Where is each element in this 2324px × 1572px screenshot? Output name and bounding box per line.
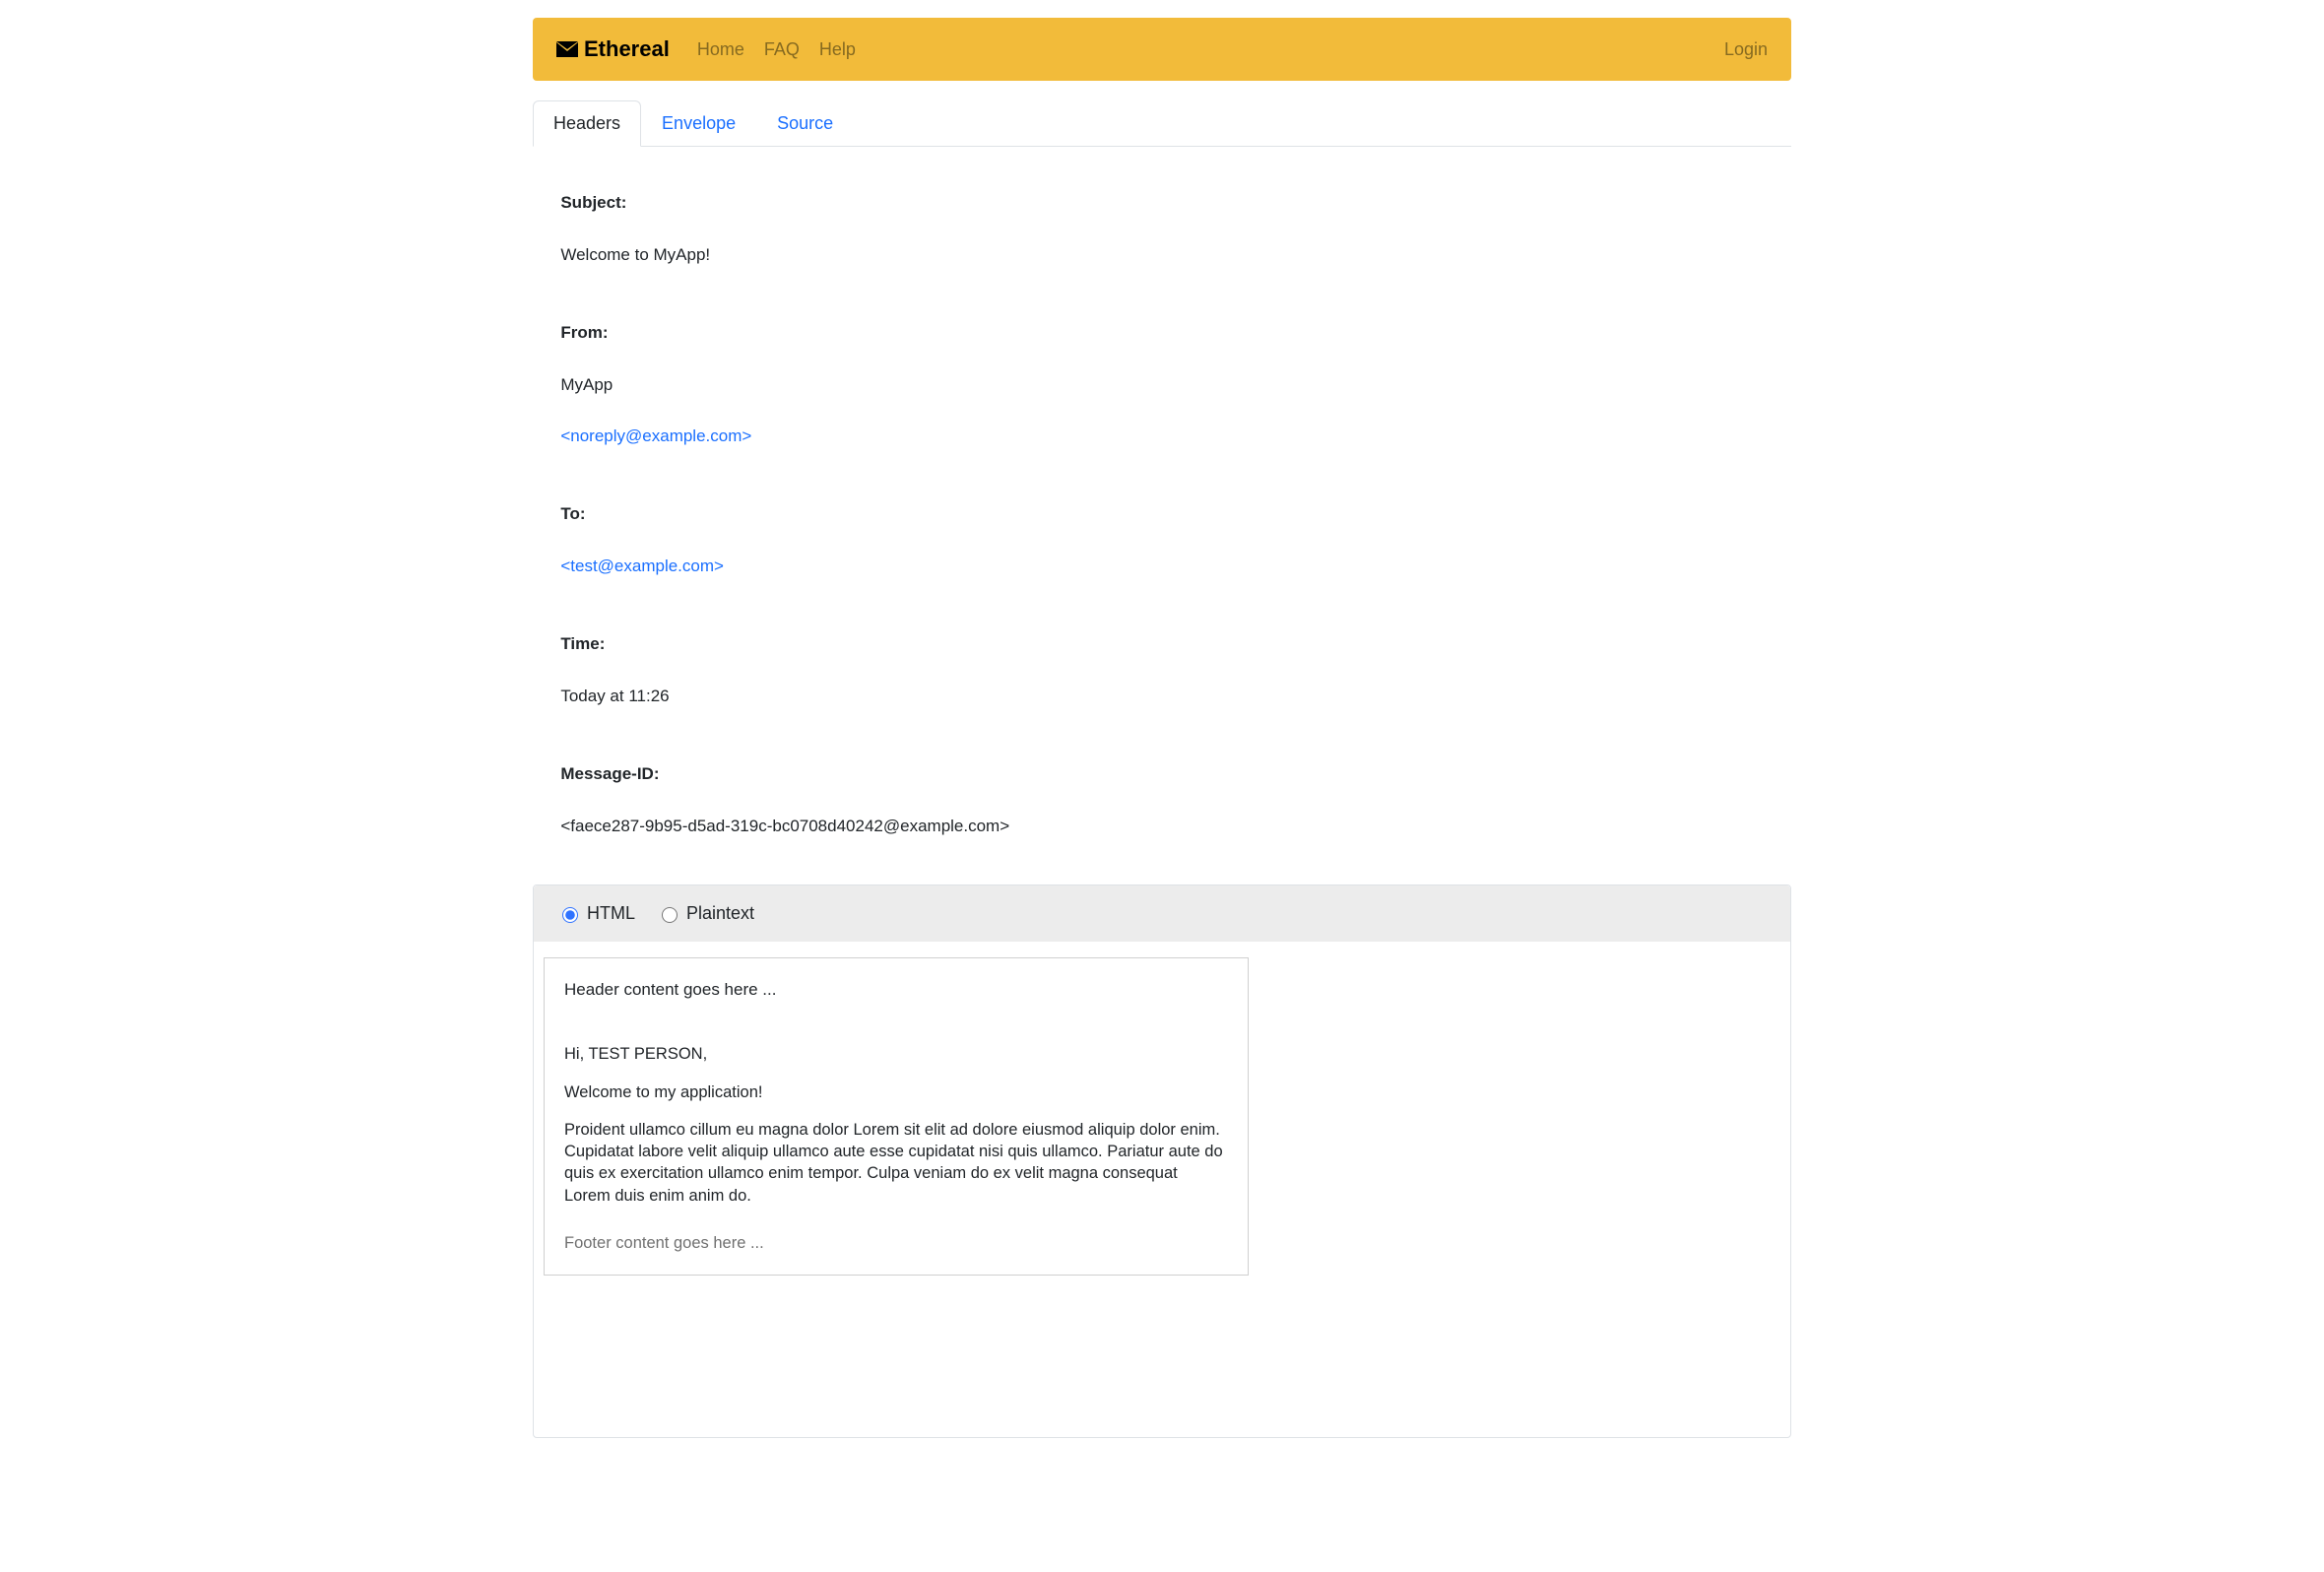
- view-plaintext-label: Plaintext: [686, 903, 754, 924]
- navbar: Ethereal Home FAQ Help Login: [533, 18, 1791, 81]
- tab-headers[interactable]: Headers: [533, 100, 641, 147]
- view-html-option[interactable]: HTML: [557, 903, 635, 924]
- brand-text: Ethereal: [584, 36, 670, 62]
- from-label: From:: [560, 323, 608, 342]
- time-value: Today at 11:26: [560, 687, 669, 705]
- subject-value: Welcome to MyApp!: [560, 245, 710, 264]
- brand-link[interactable]: Ethereal: [556, 36, 670, 62]
- preview-footer: Footer content goes here ...: [545, 1228, 1248, 1275]
- message-headers: Subject: Welcome to MyApp! From: MyApp <…: [533, 147, 1791, 875]
- from-address[interactable]: <noreply@example.com>: [560, 426, 751, 445]
- message-card: HTML Plaintext Header content goes here …: [533, 884, 1791, 1438]
- envelope-icon: [556, 41, 578, 57]
- messageid-label: Message-ID:: [560, 764, 659, 783]
- nav-login[interactable]: Login: [1724, 39, 1768, 59]
- from-name: MyApp: [560, 375, 613, 394]
- tab-envelope[interactable]: Envelope: [641, 100, 756, 147]
- tab-source[interactable]: Source: [756, 100, 854, 147]
- preview-header: Header content goes here ...: [545, 958, 1248, 1021]
- preview-body: Hi, TEST PERSON, Welcome to my applicati…: [545, 1021, 1248, 1228]
- view-html-label: HTML: [587, 903, 635, 924]
- nav-faq[interactable]: FAQ: [764, 39, 800, 60]
- to-address[interactable]: <test@example.com>: [560, 557, 724, 575]
- message-preview: Header content goes here ... Hi, TEST PE…: [544, 957, 1249, 1276]
- preview-greeting: Hi, TEST PERSON,: [564, 1043, 1228, 1065]
- preview-welcome: Welcome to my application!: [564, 1081, 1228, 1103]
- preview-body-text: Proident ullamco cillum eu magna dolor L…: [564, 1119, 1228, 1207]
- view-plaintext-option[interactable]: Plaintext: [657, 903, 754, 924]
- nav-home[interactable]: Home: [697, 39, 744, 60]
- view-html-radio[interactable]: [562, 907, 578, 923]
- to-label: To:: [560, 504, 585, 523]
- messageid-value: <faece287-9b95-d5ad-319c-bc0708d40242@ex…: [560, 817, 1009, 835]
- nav-help[interactable]: Help: [819, 39, 856, 60]
- view-toggle: HTML Plaintext: [534, 885, 1790, 942]
- tabs: Headers Envelope Source: [533, 99, 1791, 147]
- time-label: Time:: [560, 634, 605, 653]
- view-plaintext-radio[interactable]: [662, 907, 678, 923]
- subject-label: Subject:: [560, 193, 626, 212]
